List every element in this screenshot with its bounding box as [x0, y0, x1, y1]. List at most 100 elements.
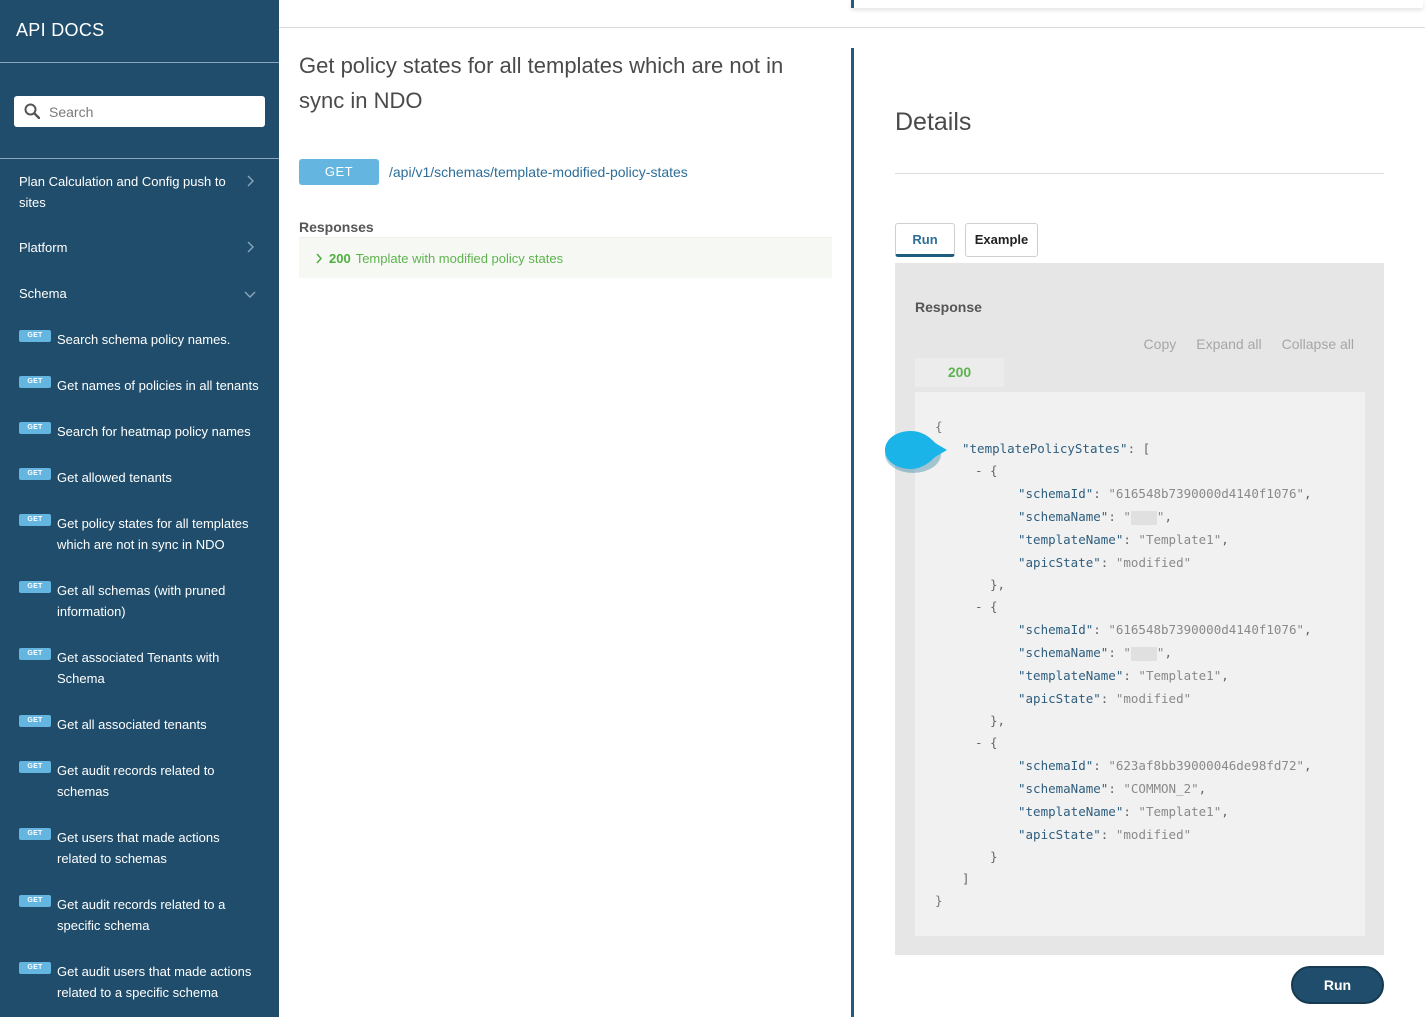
sidebar-endpoint-label: Get all associated tenants — [57, 717, 207, 732]
sidebar-endpoint-label: Get all schemas (with pruned information… — [57, 583, 226, 619]
json-field-line: "schemaId": "616548b7390000d4140f1076", — [1018, 622, 1312, 637]
redacted-value — [1130, 510, 1157, 525]
sidebar-endpoint-item[interactable]: GET Search schema policy names. — [0, 329, 279, 350]
sidebar-category-label: Platform — [19, 240, 68, 255]
collapse-all-button[interactable]: Collapse all — [1282, 336, 1354, 352]
get-method-badge: GET — [19, 422, 51, 434]
json-object-close: } — [990, 849, 998, 864]
sidebar-category-schema[interactable]: Schema — [0, 283, 279, 304]
json-object-open[interactable]: - { — [975, 599, 998, 614]
run-button[interactable]: Run — [1291, 966, 1384, 1004]
sidebar-endpoint-label: Search schema policy names. — [57, 332, 231, 347]
sidebar-endpoint-label: Get names of policies in all tenants — [57, 378, 259, 393]
sidebar-endpoint-label: Get audit records related to schemas — [57, 763, 215, 799]
response-200-row[interactable]: 200 Template with modified policy states — [299, 237, 832, 278]
sidebar-endpoint-item[interactable]: GET Get audit users that made actions re… — [0, 961, 279, 1003]
endpoint-title: Get policy states for all templates whic… — [299, 53, 784, 113]
chevron-right-icon — [247, 175, 254, 187]
json-field-line: "apicState": "modified" — [1018, 691, 1192, 706]
json-object-close: }, — [990, 713, 1006, 728]
sidebar-endpoint-label: Search for heatmap policy names — [57, 424, 251, 439]
chevron-right-icon — [316, 253, 323, 263]
details-divider — [895, 173, 1384, 174]
details-panel: Details Run Example Response Copy Expand… — [851, 48, 1425, 1017]
json-field-line: "templateName": "Template1", — [1018, 532, 1229, 547]
sidebar-endpoint-item[interactable]: GET Search for heatmap policy names — [0, 421, 279, 442]
top-card-edge — [851, 0, 1423, 8]
response-actions: Copy Expand all Collapse all — [1144, 336, 1354, 352]
endpoint-path: /api/v1/schemas/template-modified-policy… — [389, 164, 688, 180]
sidebar-endpoint-item[interactable]: GET Get names of policies in all tenants — [0, 375, 279, 396]
get-method-badge: GET — [19, 962, 51, 974]
redacted-value — [1130, 646, 1157, 661]
expand-all-button[interactable]: Expand all — [1196, 336, 1261, 352]
json-field-line: "schemaName": "COMMON_2", — [1018, 781, 1207, 796]
json-object-close: }, — [990, 577, 1006, 592]
sidebar: API DOCS Plan Calculation and Config pus… — [0, 0, 279, 1017]
response-code: 200 — [329, 250, 351, 266]
top-divider — [279, 27, 1425, 28]
json-field-line: "schemaId": "623af8bb39000046de98fd72", — [1018, 758, 1312, 773]
sidebar-endpoint-label: Get policy states for all templates whic… — [57, 516, 249, 552]
get-method-badge: GET — [19, 581, 51, 593]
response-heading: Response — [915, 299, 982, 315]
sidebar-endpoint-label: Get allowed tenants — [57, 470, 172, 485]
search-box — [14, 96, 265, 127]
json-field-line: "apicState": "modified" — [1018, 827, 1192, 842]
get-method-badge: GET — [19, 828, 51, 840]
get-method-badge: GET — [19, 468, 51, 480]
json-array-close: ] — [962, 871, 970, 886]
json-field-line: "schemaId": "616548b7390000d4140f1076", — [1018, 486, 1312, 501]
sidebar-category-platform[interactable]: Platform — [0, 237, 279, 258]
endpoint-row: GET /api/v1/schemas/template-modified-po… — [299, 159, 688, 185]
sidebar-endpoint-label: Get associated Tenants with Schema — [57, 650, 220, 686]
response-box: Response Copy Expand all Collapse all 20… — [895, 263, 1384, 955]
get-method-badge: GET — [19, 648, 51, 660]
search-input[interactable] — [14, 96, 265, 127]
sidebar-search-area — [0, 63, 279, 159]
responses-heading: Responses — [299, 219, 374, 235]
copy-button[interactable]: Copy — [1144, 336, 1177, 352]
method-badge: GET — [299, 159, 379, 185]
get-method-badge: GET — [19, 895, 51, 907]
sidebar-category-plan-calculation[interactable]: Plan Calculation and Config push to site… — [0, 171, 279, 213]
status-code-chip[interactable]: 200 — [915, 358, 1004, 387]
sidebar-endpoint-item[interactable]: GET Get users that made actions related … — [0, 827, 279, 869]
json-field-line: "apicState": "modified" — [1018, 555, 1192, 570]
sidebar-category-label: Schema — [19, 286, 67, 301]
get-method-badge: GET — [19, 761, 51, 773]
tab-example[interactable]: Example — [965, 223, 1038, 257]
response-description: Template with modified policy states — [355, 250, 564, 266]
json-response-panel: { "templatePolicyStates": [ - { "schemaI… — [915, 392, 1365, 936]
json-field-line: "schemaName": " ", — [1018, 509, 1172, 525]
endpoint-main: Get policy states for all templates whic… — [299, 48, 832, 278]
sidebar-endpoint-label: Get users that made actions related to s… — [57, 830, 220, 866]
sidebar-endpoint-item[interactable]: GET Get allowed tenants — [0, 467, 279, 488]
sidebar-endpoint-item[interactable]: GET Get all schemas (with pruned informa… — [0, 580, 279, 622]
sidebar-endpoint-item[interactable]: GET Get audit records related to a speci… — [0, 894, 279, 936]
chevron-right-icon — [247, 241, 254, 253]
sidebar-category-label: Plan Calculation and Config push to site… — [19, 174, 226, 210]
sidebar-title: API DOCS — [0, 0, 279, 63]
details-title: Details — [895, 108, 972, 136]
json-object-open[interactable]: - { — [975, 463, 998, 478]
sidebar-endpoint-label: Get audit records related to a specific … — [57, 897, 226, 933]
sidebar-endpoint-item[interactable]: GET Get audit records related to schemas — [0, 760, 279, 802]
tab-run[interactable]: Run — [895, 223, 955, 257]
json-field-line: "schemaName": " ", — [1018, 645, 1172, 661]
json-object-open[interactable]: - { — [975, 735, 998, 750]
sidebar-endpoint-label: Get audit users that made actions relate… — [57, 964, 252, 1000]
json-brace-close: } — [935, 893, 943, 908]
json-field-line: "templateName": "Template1", — [1018, 804, 1229, 819]
chevron-down-icon — [244, 291, 256, 298]
sidebar-endpoint-item[interactable]: GET Get associated Tenants with Schema — [0, 647, 279, 689]
sidebar-endpoint-item-active[interactable]: GET Get policy states for all templates … — [0, 513, 279, 555]
get-method-badge: GET — [19, 330, 51, 342]
get-method-badge: GET — [19, 715, 51, 727]
pointer-marker-icon — [885, 431, 947, 473]
get-method-badge: GET — [19, 376, 51, 388]
search-icon — [24, 103, 40, 119]
sidebar-endpoint-item[interactable]: GET Get all associated tenants — [0, 714, 279, 735]
json-root-key-line: "templatePolicyStates": [ — [962, 441, 1151, 456]
get-method-badge: GET — [19, 514, 51, 526]
